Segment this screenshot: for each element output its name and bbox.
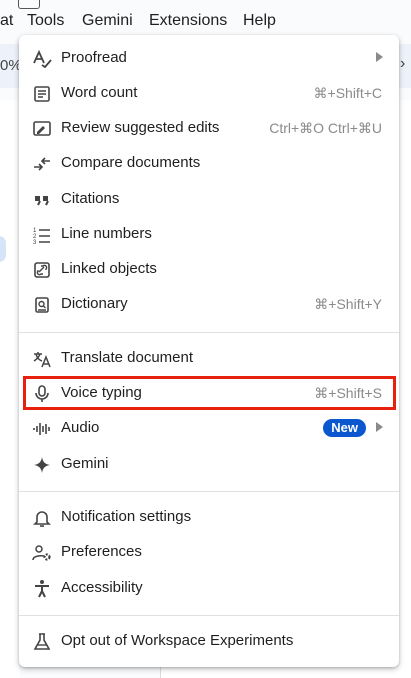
menu-item-label: Opt out of Workspace Experiments xyxy=(61,632,294,649)
menu-item-label: Gemini xyxy=(61,455,109,472)
menu-item-preferences[interactable]: Preferences xyxy=(19,535,399,570)
menu-item-dictionary[interactable]: Dictionary ⌘+Shift+Y xyxy=(19,287,399,322)
menu-item-label: Translate document xyxy=(61,349,194,366)
menu-format[interactable]: at xyxy=(0,12,13,30)
menu-item-label: Compare documents xyxy=(61,154,201,171)
menu-item-audio[interactable]: Audio New xyxy=(19,411,399,446)
menu-item-opt-out-experiments[interactable]: Opt out of Workspace Experiments xyxy=(19,624,399,659)
accessibility-icon xyxy=(31,578,53,600)
menu-item-line-numbers[interactable]: 123 Line numbers xyxy=(19,217,399,252)
menu-item-label: Line numbers xyxy=(61,225,152,242)
flask-icon xyxy=(31,631,53,653)
menu-item-label: Preferences xyxy=(61,543,142,560)
menu-divider xyxy=(19,332,399,333)
shortcut-text: Ctrl+⌘O Ctrl+⌘U xyxy=(269,120,382,136)
gemini-icon xyxy=(31,454,53,476)
menu-item-label: Dictionary xyxy=(61,295,128,312)
menu-gemini[interactable]: Gemini xyxy=(82,12,133,30)
menu-item-gemini[interactable]: Gemini xyxy=(19,447,399,482)
menu-item-accessibility[interactable]: Accessibility xyxy=(19,571,399,606)
bell-icon xyxy=(31,507,53,529)
menu-extensions[interactable]: Extensions xyxy=(149,12,227,30)
translate-icon xyxy=(31,348,53,370)
citations-icon xyxy=(31,189,53,211)
app-icon-fragment xyxy=(18,0,40,9)
tools-menu: Proofread Word count ⌘+Shift+C Review su… xyxy=(19,35,399,667)
menu-item-label: Notification settings xyxy=(61,508,192,525)
compare-icon xyxy=(31,153,53,175)
linked-objects-icon xyxy=(31,259,53,281)
menu-item-label: Word count xyxy=(61,84,138,101)
dictionary-icon xyxy=(31,294,53,316)
shortcut-text: ⌘+Shift+Y xyxy=(314,296,382,312)
menu-item-label: Linked objects xyxy=(61,260,157,277)
submenu-arrow-icon xyxy=(376,52,383,62)
menu-item-translate-document[interactable]: Translate document xyxy=(19,341,399,376)
toolbar-chevron-icon[interactable]: › xyxy=(400,55,405,73)
proofread-icon xyxy=(31,48,53,70)
menu-item-label: Citations xyxy=(61,190,120,207)
menu-help[interactable]: Help xyxy=(243,12,276,30)
menu-item-citations[interactable]: Citations xyxy=(19,182,399,217)
line-numbers-icon: 123 xyxy=(31,224,53,246)
menu-item-label: Accessibility xyxy=(61,579,143,596)
review-edits-icon xyxy=(31,118,53,140)
menu-divider xyxy=(19,491,399,492)
menu-item-proofread[interactable]: Proofread xyxy=(19,41,399,76)
shortcut-text: ⌘+Shift+C xyxy=(313,85,382,101)
menu-item-notification-settings[interactable]: Notification settings xyxy=(19,500,399,535)
svg-text:3: 3 xyxy=(33,240,37,245)
menu-item-word-count[interactable]: Word count ⌘+Shift+C xyxy=(19,76,399,111)
highlight-box xyxy=(23,376,396,410)
menu-item-review-suggested-edits[interactable]: Review suggested edits Ctrl+⌘O Ctrl+⌘U xyxy=(19,111,399,146)
menu-tools[interactable]: Tools xyxy=(27,12,64,30)
menu-item-label: Proofread xyxy=(61,49,127,66)
menu-item-label: Review suggested edits xyxy=(61,119,220,136)
menu-item-compare-documents[interactable]: Compare documents xyxy=(19,146,399,181)
menu-item-linked-objects[interactable]: Linked objects xyxy=(19,252,399,287)
menu-divider xyxy=(19,615,399,616)
avatar-fragment xyxy=(0,236,6,262)
document-page-left xyxy=(0,100,20,678)
menu-item-label: Audio xyxy=(61,419,100,436)
new-badge: New xyxy=(323,419,366,437)
preferences-icon xyxy=(31,542,53,564)
menu-bar: at Tools Gemini Extensions Help xyxy=(0,0,411,40)
word-count-icon xyxy=(31,83,53,105)
audio-icon xyxy=(31,418,53,440)
submenu-arrow-icon xyxy=(376,422,383,432)
